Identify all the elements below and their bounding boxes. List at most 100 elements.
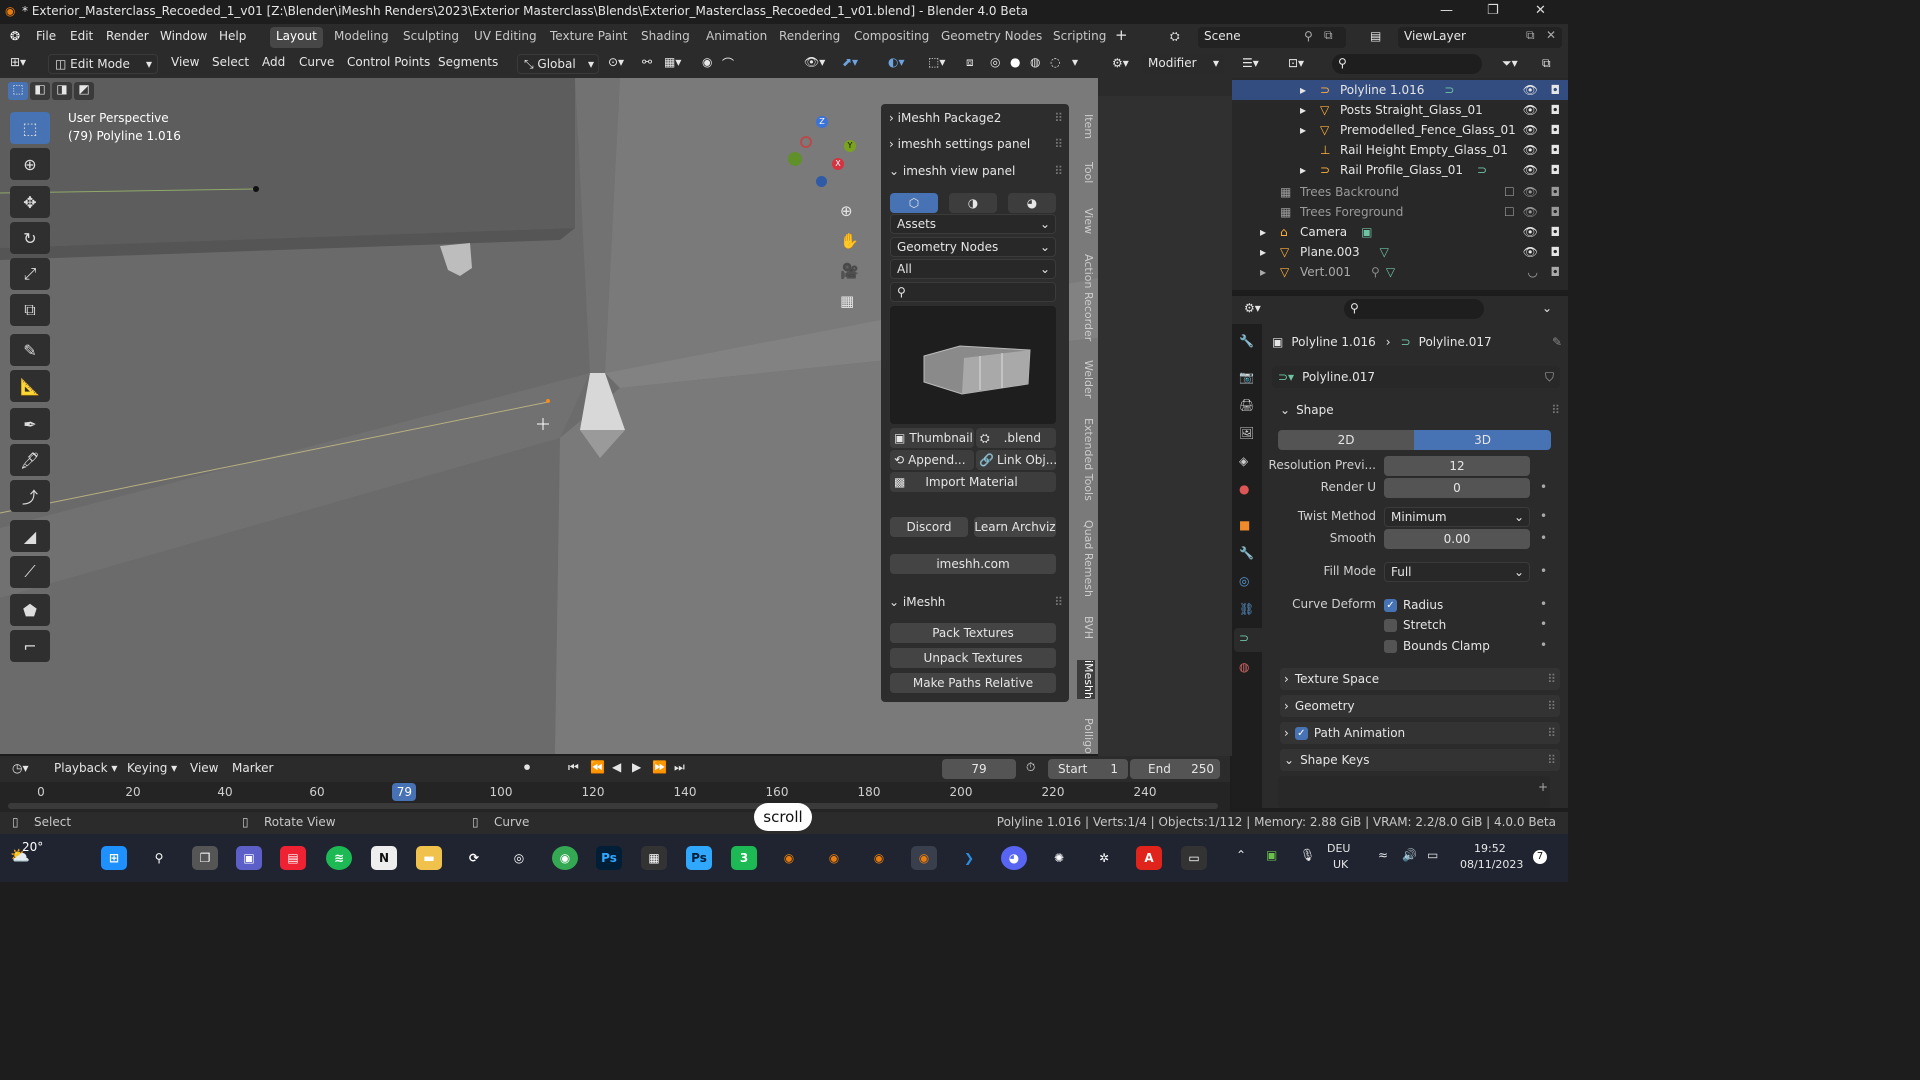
learn-archviz-button[interactable]: Learn Archviz — [974, 517, 1056, 537]
scale-tool-icon[interactable]: ⤢ — [10, 258, 50, 290]
task-view-icon[interactable]: ❐ — [192, 846, 218, 870]
tab-rendering[interactable]: Rendering — [773, 27, 846, 48]
drag-handle-icon[interactable]: ⠿ — [1547, 753, 1556, 767]
solid-shading-icon[interactable]: ● — [1010, 55, 1020, 69]
materials-tab-icon[interactable]: ◑ — [949, 193, 997, 213]
expand-icon[interactable]: ▸ — [1300, 123, 1320, 137]
path-animation-section[interactable]: › ✓ Path Animation ⠿ — [1280, 722, 1560, 744]
modifier-dropdown[interactable]: Modifier ▾ — [1142, 54, 1224, 74]
expand-icon[interactable]: ▸ — [1300, 83, 1320, 97]
camera-render-icon[interactable]: ◘ — [1551, 103, 1561, 117]
radius-tool-icon[interactable]: ◢ — [10, 520, 50, 552]
select-new-icon[interactable]: ⬚ — [8, 82, 28, 100]
menu-add[interactable]: Add — [262, 55, 285, 69]
navigation-gizmo[interactable]: Z Y X — [786, 116, 866, 196]
camera-view-icon[interactable]: 🎥 — [840, 262, 859, 280]
chrome-icon[interactable]: ◉ — [552, 846, 578, 870]
eye-icon[interactable]: 👁 — [1523, 163, 1538, 177]
exclude-checkbox[interactable]: ☐ — [1504, 185, 1515, 199]
gizmo-neg-z-axis[interactable] — [816, 176, 827, 187]
keyframe-dot-icon[interactable]: • — [1540, 531, 1547, 545]
exclude-checkbox[interactable]: ☐ — [1504, 205, 1515, 219]
clock-time[interactable]: 19:52 — [1474, 842, 1506, 855]
radius-checkbox-row[interactable]: ✓ Radius — [1384, 596, 1534, 614]
timeline-editor-icon[interactable]: ◷▾ — [12, 761, 29, 775]
tilt-tool-icon[interactable]: ⟋ — [10, 556, 50, 588]
shading-options-icon[interactable]: ▾ — [1072, 55, 1078, 69]
blender-2-icon[interactable]: ◉ — [821, 846, 847, 870]
wireframe-shading-icon[interactable]: ◎ — [990, 55, 1000, 69]
tab-animation[interactable]: Animation — [700, 27, 773, 48]
object-tab-icon[interactable]: ■ — [1239, 518, 1250, 532]
select-extend-icon[interactable]: ◧ — [30, 82, 50, 100]
bounds-clamp-checkbox[interactable] — [1384, 639, 1397, 653]
spotify-icon[interactable]: ≋ — [326, 846, 352, 870]
drag-handle-icon[interactable]: ⠿ — [1054, 111, 1063, 125]
randomize-tool-icon[interactable]: ⬟ — [10, 594, 50, 626]
assets-dropdown[interactable]: Assets ⌄ — [890, 214, 1056, 234]
blend-button[interactable]: ⛭ .blend — [976, 428, 1056, 448]
datablock-selector[interactable]: ⊃▾ Polyline.017 ⛉ — [1272, 366, 1560, 388]
drag-handle-icon[interactable]: ⠿ — [1551, 403, 1560, 417]
add-shape-key-icon[interactable]: + — [1538, 780, 1548, 794]
imeshh-website-button[interactable]: imeshh.com — [890, 554, 1056, 574]
outliner-row[interactable]: ▸ ⌂ Camera ▣ 👁 ◘ — [1232, 222, 1568, 242]
drag-handle-icon[interactable]: ⠿ — [1547, 699, 1556, 713]
resolution-preview-field[interactable]: 12 — [1384, 456, 1530, 476]
zoom-icon[interactable]: ⊕ — [840, 202, 853, 220]
blender-3-icon[interactable]: ◉ — [866, 846, 892, 870]
unpack-textures-button[interactable]: Unpack Textures — [890, 648, 1056, 668]
proportional-edit-icon[interactable]: ◉ — [702, 55, 712, 69]
panel-imeshh-settings[interactable]: › imeshh settings panel ⠿ — [889, 132, 1063, 156]
current-frame-field[interactable]: 79 — [942, 759, 1016, 779]
notion-icon[interactable]: N — [371, 846, 397, 870]
tab-quad-remesh[interactable]: Quad Remesh — [1077, 520, 1095, 597]
append-button[interactable]: ⟲ Append... — [890, 450, 974, 470]
timeline-ruler[interactable]: 020406079100120140160180200220240 79 — [0, 782, 1230, 812]
new-scene-icon[interactable]: ⧉ — [1324, 28, 1333, 43]
tab-scripting[interactable]: Scripting — [1047, 27, 1112, 48]
end-frame-field[interactable]: End 250 — [1130, 759, 1220, 779]
scene-selector[interactable]: Scene ⚲ ⧉ — [1198, 27, 1346, 48]
app-circle-icon[interactable]: ◎ — [506, 846, 532, 870]
twist-method-dropdown[interactable]: Minimum ⌄ — [1384, 507, 1530, 527]
hidden-eye-icon[interactable]: ◡ — [1528, 265, 1538, 279]
camera-render-icon[interactable]: ◘ — [1551, 143, 1561, 157]
models-tab-icon[interactable]: ⬡ — [890, 193, 938, 213]
view-layer-tab-icon[interactable]: 🖼 — [1239, 426, 1254, 440]
search-icon[interactable]: ⚲ — [146, 846, 172, 870]
snap-target-icon[interactable]: ▦▾ — [664, 55, 681, 69]
menu-edit[interactable]: Edit — [70, 29, 93, 43]
discord-button[interactable]: Discord — [890, 517, 968, 537]
jump-keyframe-forward-icon[interactable]: ⏩ — [652, 760, 667, 774]
eye-icon[interactable]: 👁 — [1523, 103, 1538, 117]
eye-icon[interactable]: 👁 — [1523, 205, 1538, 219]
pan-hand-icon[interactable]: ✋ — [840, 232, 859, 250]
blender-active-icon[interactable]: ◉ — [911, 846, 937, 870]
camera-render-icon[interactable]: ◘ — [1551, 265, 1561, 279]
maximize-icon[interactable]: ❐ — [1487, 3, 1499, 18]
pen-tool-icon[interactable]: 🖋 — [10, 444, 50, 476]
menu-file[interactable]: File — [36, 29, 56, 43]
new-viewlayer-icon[interactable]: ⧉ — [1526, 28, 1535, 43]
microphone-icon[interactable]: 🎙 — [1300, 848, 1315, 862]
transform-tool-icon[interactable]: ⧉ — [10, 294, 50, 326]
draw-tool-icon[interactable]: ✒ — [10, 408, 50, 440]
app-gear-icon[interactable]: ✲ — [1091, 846, 1117, 870]
teams-icon[interactable]: ▣ — [236, 846, 262, 870]
filter-dropdown[interactable]: All ⌄ — [890, 259, 1056, 279]
camera-render-icon[interactable]: ◘ — [1551, 163, 1561, 177]
editor-type-icon[interactable]: ⊞▾ — [10, 55, 26, 69]
camera-render-icon[interactable]: ◘ — [1551, 83, 1561, 97]
pin-icon[interactable]: ⚲ — [1304, 29, 1313, 43]
measure-tool-icon[interactable]: 📐 — [10, 370, 50, 402]
camera-render-icon[interactable]: ◘ — [1551, 185, 1561, 199]
scene-icon[interactable]: ⛭ — [1170, 29, 1180, 44]
blender-menu-icon[interactable]: ❂ — [10, 29, 20, 43]
drag-handle-icon[interactable]: ⠿ — [1054, 164, 1063, 178]
menu-view[interactable]: View — [171, 55, 199, 69]
eye-icon[interactable]: 👁 — [1523, 143, 1538, 157]
sync-icon[interactable]: ⟳ — [461, 846, 487, 870]
shape-keys-section[interactable]: ⌄ Shape Keys ⠿ — [1280, 749, 1560, 771]
mesh-edit-overlay-icon[interactable]: ⬚▾ — [928, 55, 945, 69]
